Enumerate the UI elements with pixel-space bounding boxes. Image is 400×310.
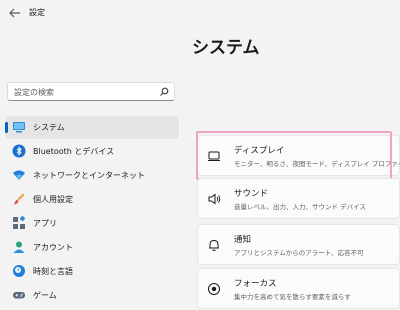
sidebar-item-label: 時刻と言語: [33, 267, 73, 276]
sidebar-item-label: Bluetooth とデバイス: [33, 147, 115, 156]
back-arrow-icon[interactable]: [8, 6, 22, 20]
apps-icon: [13, 216, 26, 229]
card-subtitle: 集中力を高めて気を散らす要素を減らす: [234, 293, 351, 301]
bluetooth-icon: [12, 144, 26, 158]
sidebar-item-personalization[interactable]: 個人用設定: [5, 188, 179, 211]
app-title: 設定: [29, 8, 45, 17]
sidebar-item-network[interactable]: ネットワークとインターネット: [5, 164, 179, 187]
card-subtitle: アプリとシステムからのアラート、応答不可: [234, 249, 364, 257]
system-display-icon: [13, 122, 25, 133]
sidebar-item-time-language[interactable]: 時刻と言語: [5, 260, 179, 283]
settings-card-sound[interactable]: サウンド 音量レベル、出力、入力、サウンド デバイス: [197, 178, 400, 219]
sidebar-item-label: 個人用設定: [33, 195, 73, 204]
sidebar-item-gaming[interactable]: ゲーム: [5, 284, 179, 307]
search-icon: [160, 87, 169, 96]
settings-card-focus[interactable]: フォーカス 集中力を高めて気を散らす要素を減らす: [197, 268, 400, 309]
search-input[interactable]: 設定の検索: [7, 82, 175, 101]
selection-indicator: [5, 122, 8, 133]
time-language-icon: [13, 265, 25, 277]
page-title: システム: [192, 38, 260, 58]
wifi-icon: [13, 170, 25, 180]
sidebar-item-label: システム: [33, 123, 65, 132]
game-icon: [13, 292, 25, 299]
sidebar-item-system[interactable]: システム: [5, 116, 179, 139]
title-bar: 設定: [0, 0, 400, 26]
search-placeholder: 設定の検索: [14, 88, 54, 97]
card-subtitle: 音量レベル、出力、入力、サウンド デバイス: [234, 203, 366, 211]
bell-icon: [209, 239, 219, 251]
focus-icon: [208, 283, 220, 295]
card-title: サウンド: [234, 189, 269, 199]
settings-card-notifications[interactable]: 通知 アプリとシステムからのアラート、応答不可: [197, 224, 400, 265]
paintbrush-icon: [14, 193, 25, 205]
account-icon: [13, 241, 25, 253]
highlight-frame: [196, 131, 392, 180]
speaker-icon: [208, 193, 221, 205]
sidebar-item-label: アカウント: [33, 243, 73, 252]
card-title: フォーカス: [234, 279, 277, 289]
card-title: 通知: [234, 235, 252, 245]
sidebar-item-bluetooth[interactable]: Bluetooth とデバイス: [5, 140, 179, 163]
sidebar-item-accounts[interactable]: アカウント: [5, 236, 179, 259]
sidebar-item-apps[interactable]: アプリ: [5, 212, 179, 235]
sidebar-item-label: ネットワークとインターネット: [33, 171, 145, 180]
sidebar-item-label: アプリ: [33, 219, 57, 228]
sidebar-item-label: ゲーム: [33, 291, 57, 300]
